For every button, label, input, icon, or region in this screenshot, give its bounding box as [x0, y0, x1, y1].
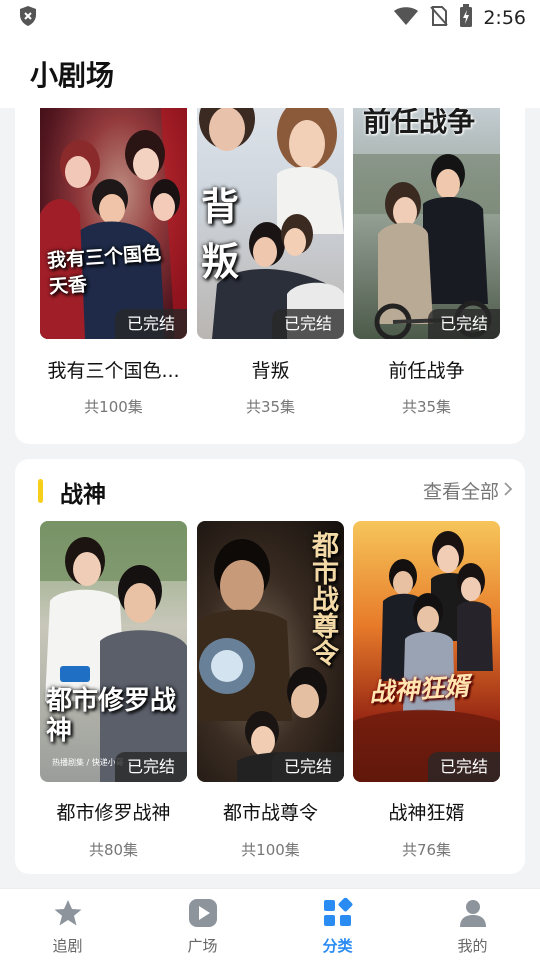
episode-count: 共80集: [88, 841, 139, 859]
drama-item[interactable]: 背 叛 已完结 背叛 共35集: [197, 108, 344, 416]
status-badge: 已完结: [271, 309, 344, 339]
drama-title: 前任战争: [388, 360, 465, 382]
poster-title-text: 都市修罗战神: [46, 686, 177, 746]
drama-title: 背叛: [251, 360, 290, 382]
drama-title: 战神狂婿: [388, 802, 465, 824]
nav-label: 追剧: [52, 937, 83, 955]
section-title: 战神: [60, 482, 106, 508]
nav-item-square[interactable]: 广场: [135, 889, 270, 960]
poster-title-text: 都市战尊令: [307, 531, 338, 666]
person-icon: [458, 898, 488, 932]
drama-item[interactable]: 前任战争 已完结 前任战争 共35集: [353, 108, 500, 416]
drama-section-card: 我有三个国色天香 已完结 我有三个国色... 共100集 背 叛 已完结 背叛 …: [15, 108, 525, 444]
bottom-nav: 追剧 广场 分类 我的: [0, 888, 540, 960]
wifi-icon: [393, 6, 419, 30]
chevron-right-icon: [503, 480, 513, 502]
status-badge: 已完结: [427, 309, 500, 339]
app-header: 小剧场: [0, 36, 540, 108]
page-title: 小剧场: [30, 59, 115, 92]
episode-count: 共100集: [84, 398, 143, 416]
content-scroll-area[interactable]: 我有三个国色天香 已完结 我有三个国色... 共100集 背 叛 已完结 背叛 …: [0, 108, 540, 888]
shield-icon: [18, 5, 38, 31]
see-all-label: 查看全部: [422, 481, 499, 503]
drama-poster[interactable]: 背 叛 已完结: [197, 108, 344, 339]
drama-item[interactable]: 都市战尊令 已完结 都市战尊令 共100集: [197, 521, 344, 859]
episode-count: 共76集: [401, 841, 452, 859]
drama-title: 我有三个国色...: [47, 360, 180, 382]
status-badge: 已完结: [271, 752, 344, 782]
status-badge: 已完结: [114, 309, 187, 339]
play-icon: [188, 898, 218, 932]
nav-label: 广场: [187, 937, 218, 955]
poster-title-text: 背 叛: [201, 184, 262, 284]
category-grid-icon: [323, 897, 353, 932]
battery-charging-icon: [459, 4, 473, 32]
episode-count: 共100集: [241, 841, 300, 859]
see-all-link[interactable]: 查看全部: [423, 477, 513, 504]
drama-poster[interactable]: 都市修罗战神 热播剧集 / 快递小哥 已完结: [40, 521, 187, 782]
drama-section-card: 战神 查看全部 都市修罗战神 热播剧集 / 快递小哥 已完结 都市修罗战神 共8…: [15, 459, 525, 874]
section-accent-bar: [38, 479, 43, 503]
drama-poster[interactable]: 前任战争 已完结: [353, 108, 500, 339]
drama-item[interactable]: 都市修罗战神 热播剧集 / 快递小哥 已完结 都市修罗战神 共80集: [40, 521, 187, 859]
star-icon: [53, 898, 83, 932]
drama-title: 都市修罗战神: [56, 802, 171, 824]
drama-item[interactable]: 战神狂婿 已完结 战神狂婿 共76集: [353, 521, 500, 859]
poster-title-text: 前任战争: [363, 108, 476, 138]
status-bar: 2:56: [0, 0, 540, 36]
no-sim-icon: [429, 5, 449, 31]
section-header: 战神 查看全部: [15, 459, 525, 523]
nav-item-follow[interactable]: 追剧: [0, 889, 135, 960]
drama-poster[interactable]: 都市战尊令 已完结: [197, 521, 344, 782]
episode-count: 共35集: [401, 398, 452, 416]
drama-poster[interactable]: 战神狂婿 已完结: [353, 521, 500, 782]
nav-item-category[interactable]: 分类: [270, 889, 405, 960]
nav-label: 分类: [322, 937, 353, 955]
episode-count: 共35集: [245, 398, 296, 416]
nav-label: 我的: [457, 937, 488, 955]
status-badge: 已完结: [114, 752, 187, 782]
status-badge: 已完结: [427, 752, 500, 782]
poster-title-text: 我有三个国色天香: [46, 242, 162, 299]
drama-item[interactable]: 我有三个国色天香 已完结 我有三个国色... 共100集: [40, 108, 187, 416]
nav-item-mine[interactable]: 我的: [405, 889, 540, 960]
drama-title: 都市战尊令: [222, 802, 318, 824]
drama-poster[interactable]: 我有三个国色天香 已完结: [40, 108, 187, 339]
status-time: 2:56: [483, 7, 526, 29]
